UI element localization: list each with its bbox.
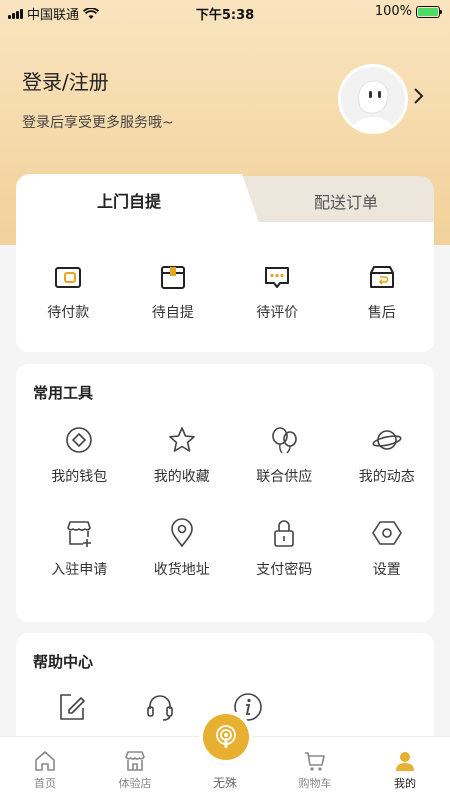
center-tab-label: 无殊: [212, 776, 237, 790]
edit-icon: [60, 694, 85, 720]
avatar[interactable]: [338, 64, 408, 134]
order-pending-payment[interactable]: 待付款: [16, 262, 121, 322]
tool-label: 设置: [372, 562, 401, 578]
tool-label: 收货地址: [153, 562, 210, 578]
comment-icon: [265, 267, 290, 288]
headset-icon: [147, 695, 173, 721]
tool-shipping-address[interactable]: 收货地址: [135, 517, 230, 579]
tool-label: 我的钱包: [51, 469, 108, 485]
order-label: 待自提: [151, 305, 194, 321]
battery-icon: [416, 5, 442, 18]
tool-join-apply[interactable]: 入驻申请: [32, 517, 127, 579]
home-icon: [35, 751, 55, 771]
tool-label: 我的动态: [358, 469, 415, 485]
tool-wallet[interactable]: 我的钱包: [32, 424, 127, 486]
order-pending-review[interactable]: 待评价: [225, 262, 330, 322]
tool-label: 入驻申请: [51, 562, 108, 578]
chevron-right-icon[interactable]: [412, 86, 426, 106]
tool-label: 我的收藏: [153, 469, 210, 485]
cart-icon: [305, 752, 325, 771]
tool-label: 支付密码: [256, 562, 313, 578]
hexagon-settings-icon: [371, 521, 402, 545]
tab-pickup-orders[interactable]: 上门自提: [16, 174, 260, 226]
location-pin-icon: [170, 518, 193, 548]
help-title: 帮助中心: [33, 653, 94, 671]
orders-body: 待付款 待自提 待评价 售后: [16, 222, 434, 352]
return-box-icon: [369, 266, 394, 288]
help-feedback[interactable]: [32, 691, 112, 723]
tab-delivery-orders[interactable]: 配送订单: [242, 176, 434, 226]
package-icon: [160, 266, 185, 289]
order-label: 售后: [367, 305, 396, 321]
diamond-coin-icon: [66, 427, 93, 453]
battery-percent: 100%: [374, 4, 412, 19]
login-subtitle: 登录后享受更多服务哦~: [22, 115, 174, 131]
tool-label: 联合供应: [256, 469, 313, 485]
shop-icon: [125, 751, 145, 771]
tool-favorites[interactable]: 我的收藏: [135, 424, 230, 486]
user-icon: [396, 752, 414, 771]
planet-icon: [372, 430, 402, 450]
lock-icon: [274, 520, 295, 547]
tools-row-1: 我的钱包 我的收藏 联合供应 我的动态: [16, 424, 434, 486]
login-register-link[interactable]: 登录/注册: [22, 66, 109, 95]
default-avatar-icon: [341, 67, 405, 131]
balloon-icon: [272, 427, 298, 454]
order-status-row: 待付款 待自提 待评价 售后: [16, 262, 434, 322]
tool-my-activity[interactable]: 我的动态: [340, 424, 435, 486]
order-after-sales[interactable]: 售后: [330, 262, 435, 322]
wallet-icon: [55, 267, 82, 288]
tools-card: 常用工具 我的钱包 我的收藏 联合供应 我的动态 入驻申请 收货地址 支付密码 …: [16, 364, 434, 622]
order-pending-pickup[interactable]: 待自提: [121, 262, 226, 322]
tool-joint-supply[interactable]: 联合供应: [237, 424, 332, 486]
center-podcast-button[interactable]: [203, 714, 249, 760]
order-label: 待评价: [256, 305, 299, 321]
podcast-icon: [216, 725, 236, 748]
tool-settings[interactable]: 设置: [340, 517, 435, 579]
status-right: 100%: [374, 4, 442, 19]
tools-title: 常用工具: [33, 384, 94, 402]
orders-card: 配送订单 上门自提 待付款 待自提 待评价 售后: [16, 174, 434, 352]
star-icon: [168, 427, 195, 452]
tools-row-2: 入驻申请 收货地址 支付密码 设置: [16, 517, 434, 579]
status-bar: 中国联通 下午5:38 100%: [0, 0, 450, 24]
tool-payment-password[interactable]: 支付密码: [237, 517, 332, 579]
store-add-icon: [67, 521, 92, 547]
order-label: 待付款: [47, 305, 90, 321]
help-customer-service[interactable]: [120, 691, 200, 723]
